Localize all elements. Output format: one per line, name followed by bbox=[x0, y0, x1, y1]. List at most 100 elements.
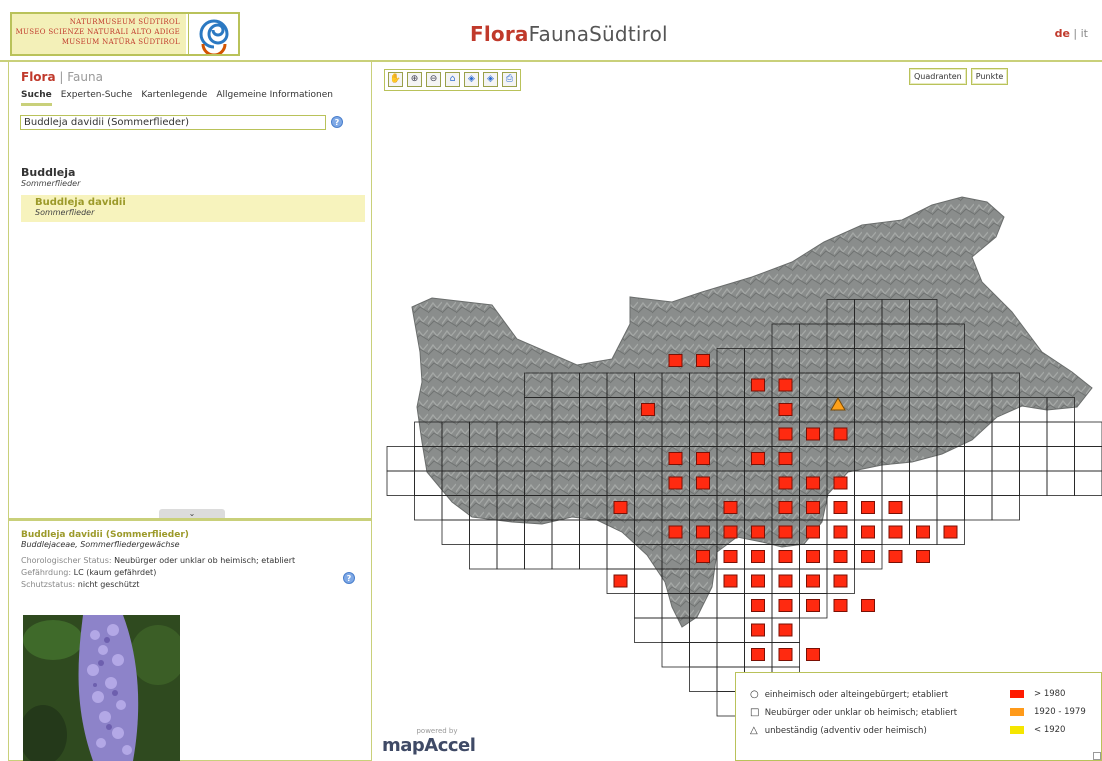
period-swatch-red bbox=[1010, 689, 1024, 698]
grid-cell bbox=[386, 446, 415, 472]
layers-icon[interactable]: ◈ bbox=[464, 72, 479, 87]
sidebar-panel: Flora | Fauna Suche Experten-Suche Kartenl… bbox=[8, 62, 372, 761]
legend-row: ○ einheimisch oder alteingebürgert; etab… bbox=[750, 689, 1101, 707]
occurrence-marker bbox=[751, 378, 765, 392]
fauna-link[interactable]: Fauna bbox=[67, 70, 103, 84]
layers-alt-icon[interactable]: ◈ bbox=[483, 72, 498, 87]
species-detail: Buddleja davidii (Sommerflieder) Buddlej… bbox=[21, 530, 361, 591]
grid-cell bbox=[716, 642, 745, 668]
map-legend: ○ einheimisch oder alteingebürgert; etab… bbox=[735, 672, 1102, 761]
grid-cell bbox=[881, 470, 910, 496]
grid-cell bbox=[551, 519, 580, 545]
map-view[interactable]: ✋ ⊕ ⊖ ⌂ ◈ ◈ ⎙ Quadranten Punkte powered by map… bbox=[372, 62, 1102, 761]
occurrence-marker bbox=[696, 550, 710, 563]
legend-period-label: < 1920 bbox=[1034, 725, 1066, 735]
occurrence-marker bbox=[723, 501, 738, 514]
occurrence-marker bbox=[806, 599, 820, 612]
zoom-in-icon[interactable]: ⊕ bbox=[407, 72, 422, 87]
occurrence-marker bbox=[833, 427, 848, 441]
occurrence-marker bbox=[696, 354, 710, 367]
occurrence-marker bbox=[723, 525, 738, 539]
print-icon[interactable]: ⎙ bbox=[502, 72, 517, 87]
occurrence-marker bbox=[861, 525, 875, 539]
occurrence-marker bbox=[778, 550, 793, 563]
legend-status-label: Neubürger oder unklar ob heimisch; etabl… bbox=[764, 708, 958, 718]
species-photo[interactable] bbox=[23, 615, 180, 761]
grid-cell bbox=[469, 544, 498, 570]
result-species-selected[interactable]: Buddleja davidii Sommerflieder bbox=[21, 195, 365, 222]
grid-cell bbox=[1019, 470, 1048, 496]
occurrence-marker bbox=[723, 550, 738, 563]
lang-it-link[interactable]: it bbox=[1081, 27, 1088, 40]
protection-status-row: Schutzstatus: nicht geschützt bbox=[21, 579, 361, 591]
pan-icon[interactable]: ✋ bbox=[388, 72, 403, 87]
occurrence-marker bbox=[833, 525, 848, 539]
home-icon[interactable]: ⌂ bbox=[445, 72, 460, 87]
lang-de-link[interactable]: de bbox=[1055, 27, 1070, 40]
occurrence-marker bbox=[778, 403, 793, 416]
tab-experten-suche[interactable]: Experten-Suche bbox=[61, 90, 133, 103]
result-genus[interactable]: Buddleja Sommerflieder bbox=[21, 166, 80, 188]
grid-cell bbox=[1074, 421, 1102, 447]
occurrence-marker bbox=[861, 550, 875, 563]
tab-allgemeine-informationen[interactable]: Allgemeine Informationen bbox=[216, 90, 333, 103]
chorological-status-value: Neubürger oder unklar ob heimisch; etabl… bbox=[114, 556, 296, 565]
occurrence-marker bbox=[888, 501, 903, 514]
legend-row: △ unbeständig (adventiv oder heimisch) <… bbox=[750, 725, 1101, 743]
occurrence-marker bbox=[806, 525, 820, 539]
quadranten-button[interactable]: Quadranten bbox=[909, 68, 967, 85]
grid-cell bbox=[386, 470, 415, 496]
language-switch: de | it bbox=[1055, 27, 1088, 40]
tab-kartenlegende[interactable]: Kartenlegende bbox=[141, 90, 207, 103]
grid-cell bbox=[689, 666, 718, 692]
chorological-status-label: Chorologischer Status: bbox=[21, 556, 112, 565]
mapaccel-logo[interactable]: powered by mapAccel bbox=[382, 727, 476, 756]
occurrence-marker bbox=[806, 476, 820, 490]
distribution-map[interactable] bbox=[372, 62, 1102, 761]
occurrence-marker bbox=[778, 623, 793, 637]
flora-fauna-switch: Flora | Fauna bbox=[21, 70, 103, 84]
grid-cell bbox=[936, 495, 965, 521]
powered-by-label: powered by bbox=[416, 727, 458, 735]
grid-cell bbox=[1046, 446, 1075, 472]
occurrence-marker bbox=[888, 525, 903, 539]
detail-family: Buddlejaceae, Sommerfliedergewächse bbox=[21, 540, 180, 549]
occurrence-marker bbox=[861, 599, 875, 612]
panel-divider[interactable] bbox=[9, 518, 371, 521]
grid-cell bbox=[909, 495, 938, 521]
site-title-flora: Flora bbox=[470, 22, 529, 46]
species-name: Buddleja davidii bbox=[35, 197, 126, 208]
help-icon[interactable]: ? bbox=[331, 116, 343, 128]
grid-cell bbox=[634, 617, 663, 643]
zoom-out-icon[interactable]: ⊖ bbox=[426, 72, 441, 87]
occurrence-marker bbox=[668, 525, 683, 539]
occurrence-marker bbox=[806, 501, 820, 514]
spiral-logo-icon bbox=[188, 14, 238, 57]
sidebar-tabs: Suche Experten-Suche Kartenlegende Allgemei… bbox=[21, 90, 342, 106]
map-mode-switch: Quadranten Punkte bbox=[909, 68, 1009, 85]
help-icon[interactable]: ? bbox=[343, 572, 355, 584]
legend-period-label: > 1980 bbox=[1034, 689, 1066, 699]
period-swatch-yellow bbox=[1010, 725, 1024, 734]
museum-logo[interactable]: NATURMUSEUM SÜDTIROL MUSEO SCIENZE NATUR… bbox=[10, 12, 240, 57]
legend-period: 1920 - 1979 bbox=[1010, 707, 1086, 717]
threat-status-value: LC (kaum gefährdet) bbox=[73, 568, 157, 577]
grid-cell bbox=[1074, 470, 1102, 496]
resize-corner-icon[interactable] bbox=[1093, 752, 1101, 760]
tab-suche[interactable]: Suche bbox=[21, 90, 52, 106]
flora-link[interactable]: Flora bbox=[21, 70, 56, 84]
punkte-button[interactable]: Punkte bbox=[970, 68, 1009, 85]
occurrence-marker bbox=[888, 550, 903, 563]
legend-period-label: 1920 - 1979 bbox=[1034, 707, 1086, 717]
museum-name-lad: MUSEUM NATÜRA SÜDTIROL bbox=[61, 38, 180, 46]
grid-cell bbox=[964, 495, 993, 521]
occurrence-marker bbox=[613, 574, 628, 588]
species-search-input[interactable] bbox=[20, 115, 326, 130]
occurrence-marker bbox=[696, 476, 710, 490]
protection-status-value: nicht geschützt bbox=[77, 580, 140, 589]
legend-status-label: einheimisch oder alteingebürgert; etabli… bbox=[764, 690, 949, 700]
occurrence-marker bbox=[778, 599, 793, 612]
occurrence-marker bbox=[668, 476, 683, 490]
occurrence-marker bbox=[833, 501, 848, 514]
occurrence-marker bbox=[916, 525, 930, 539]
